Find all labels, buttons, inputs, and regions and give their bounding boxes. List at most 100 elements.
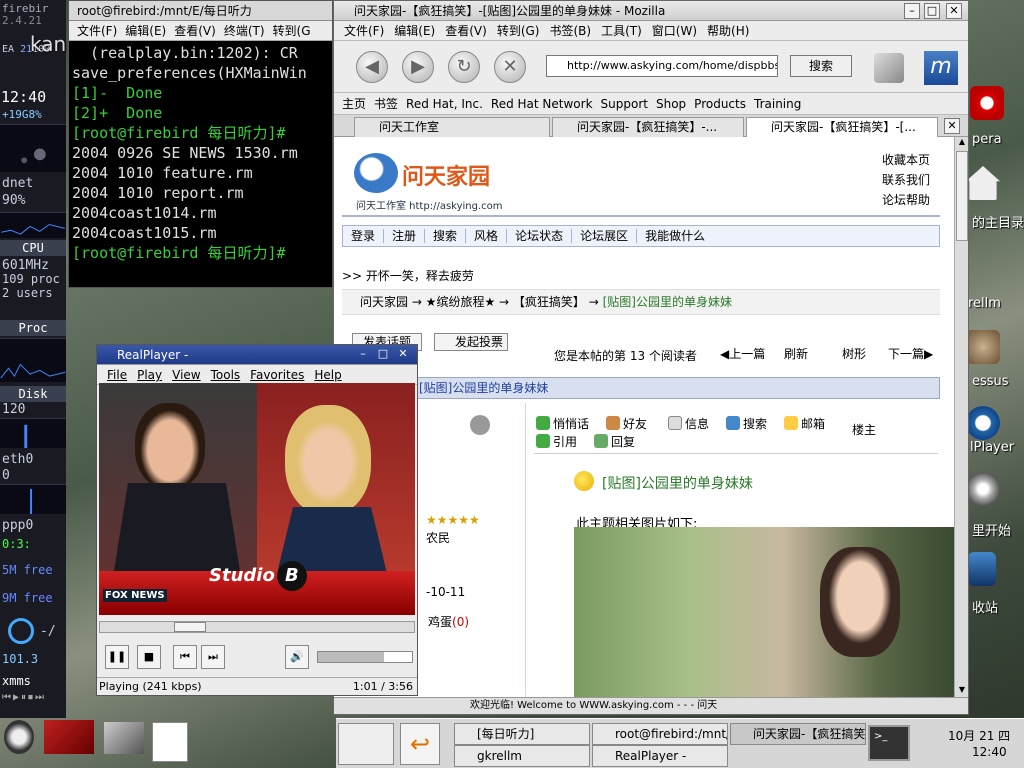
volume-slider[interactable] [317,651,413,663]
friend-button[interactable]: 好友 [606,415,647,432]
rp-close-icon[interactable]: ✕ [395,347,411,363]
bookmark-support[interactable]: Support [601,97,648,111]
reload-button[interactable]: ↻ [448,51,480,83]
prev-post-link[interactable]: ◀上一篇 [720,345,765,362]
rp-menu-play[interactable]: Play [137,368,162,382]
menu-edit[interactable]: 编辑(E) [394,24,435,38]
scroll-up-icon[interactable]: ▲ [956,137,968,149]
terminal-titlebar[interactable]: root@firebird:/mnt/E/每日听力 [69,1,332,21]
previous-button[interactable]: ⏮ [173,645,197,669]
page-content[interactable]: 问天家园 问天工作室 http://askying.com 收藏本页 联系我们 … [334,137,954,697]
link-contact[interactable]: 联系我们 [882,171,930,188]
rp-menu-favorites[interactable]: Favorites [250,368,304,382]
breadcrumb-current[interactable]: [贴图]公园里的单身妹妹 [603,295,732,309]
task-terminal[interactable]: root@firebird:/mnt/E/每 [592,723,728,745]
url-input[interactable]: http://www.askying.com/home/dispbbs. [546,55,778,77]
tab-2[interactable]: 问天家园-【疯狂搞笑】-... [552,117,744,137]
forward-button[interactable]: ▶ [402,51,434,83]
show-desktop-icon[interactable]: ↩ [400,723,440,765]
rp-menu-file[interactable]: File [107,368,127,382]
menu-window[interactable]: 窗口(W) [652,24,697,38]
rp-menu-tools[interactable]: Tools [211,368,241,382]
nessus-icon[interactable] [966,330,1000,364]
mail-button[interactable]: 邮箱 [784,415,825,432]
rp-maximize-icon[interactable]: □ [375,347,391,363]
scroll-down-icon[interactable]: ▼ [956,685,968,697]
task-folder[interactable]: [每日听力] [454,723,590,745]
reply-button[interactable]: 回复 [594,433,635,450]
clock-time[interactable]: 12:40 [972,745,1007,759]
next-button[interactable]: ⏭ [201,645,225,669]
scroll-thumb[interactable] [956,151,968,241]
stop-button[interactable]: ✕ [494,51,526,83]
egg-count[interactable]: 鸡蛋(0) [428,613,469,630]
nav-forum-gallery[interactable]: 论坛展区 [572,229,638,243]
search-user-button[interactable]: 搜索 [726,415,767,432]
opera-icon[interactable] [970,86,1004,120]
rp-menu-view[interactable]: View [172,368,200,382]
bookmark-home[interactable]: 主页 [342,97,366,111]
link-help[interactable]: 论坛帮助 [882,191,930,208]
menu-file[interactable]: 文件(F) [344,24,384,38]
bookmark-redhat[interactable]: Red Hat, Inc. [406,97,483,111]
nav-register[interactable]: 注册 [384,229,426,243]
vertical-scrollbar[interactable]: ▲ ▼ [954,137,968,697]
tab-3[interactable]: 问天家园-【疯狂搞笑】-[... [746,117,938,137]
bookmark-shop[interactable]: Shop [656,97,686,111]
desktop-icon-nessus[interactable]: essus [972,374,1009,389]
stop-button[interactable]: ■ [137,645,161,669]
task-gkrellm[interactable]: gkrellm [454,745,590,767]
app-launcher-icon[interactable] [44,720,94,754]
terminal-menu-view[interactable]: 查看(V) [174,24,216,38]
minimize-icon[interactable]: – [904,3,920,19]
desktop-icon-trash[interactable]: 收站 [972,597,998,616]
back-button[interactable]: ◀ [356,51,388,83]
next-post-link[interactable]: 下一篇▶ [888,345,933,362]
realplayer-titlebar[interactable]: RealPlayer - – □ ✕ [97,345,417,365]
menu-help[interactable]: 帮助(H) [707,24,749,38]
bookmark-bookmarks[interactable]: 书签 [374,97,398,111]
mozilla-titlebar[interactable]: 问天家园-【疯狂搞笑】-[贴图]公园里的单身妹妹 - Mozilla – □ ✕ [334,1,968,21]
nav-what-can-i-do[interactable]: 我能做什么 [637,229,713,243]
bookmark-training[interactable]: Training [754,97,801,111]
menu-view[interactable]: 查看(V) [445,24,487,38]
nav-style[interactable]: 风格 [466,229,508,243]
mozilla-logo-icon[interactable]: m [924,51,958,85]
desktop-icon-start[interactable]: 里开始 [972,520,1011,539]
seek-bar[interactable] [99,621,415,633]
seek-thumb[interactable] [174,622,206,632]
terminal-menu-terminal[interactable]: 终端(T) [224,24,265,38]
bookmark-rhn[interactable]: Red Hat Network [491,97,593,111]
info-button[interactable]: 信息 [668,415,709,432]
desktop-icon-realplayer[interactable]: lPlayer [970,440,1014,455]
close-icon[interactable]: ✕ [946,3,962,19]
task-mozilla[interactable]: 问天家园-【疯狂搞笑 [730,723,866,745]
maximize-icon[interactable]: □ [924,3,940,19]
search-button[interactable]: 搜索 [790,55,852,77]
close-tab-icon[interactable]: ✕ [944,118,960,134]
volume-icon[interactable]: 🔊 [285,645,309,669]
pause-button[interactable]: ❚❚ [105,645,129,669]
terminal-output[interactable]: (realplay.bin:1202): CR save_preferences(… [69,41,332,287]
post-image[interactable] [574,527,954,697]
terminal-menu-goto[interactable]: 转到(G [273,24,311,38]
terminal-launcher-icon[interactable]: >_ [868,725,910,761]
workspace-switcher[interactable] [338,723,394,765]
xmms-controls-icon[interactable]: ⏮▶⏸⏹⏭ [2,692,46,703]
desktop-icon-gkrellm[interactable]: rellm [968,296,1001,311]
new-poll-button[interactable]: 发起投票 [434,333,508,351]
nav-login[interactable]: 登录 [343,229,385,243]
tree-view-link[interactable]: 树形 [842,345,866,362]
quote-button[interactable]: 引用 [536,433,577,450]
refresh-link[interactable]: 刷新 [784,345,808,362]
document-launcher-icon[interactable] [152,722,188,762]
trash-icon[interactable] [968,552,996,586]
realplayer-icon[interactable] [966,406,1000,440]
realplayer-window[interactable]: RealPlayer - – □ ✕ File Play View Tools Favo… [96,344,418,696]
pm-button[interactable]: 悄悄话 [536,415,589,432]
gnome-foot-icon[interactable] [4,720,34,754]
tab-1[interactable]: 问天工作室 [354,117,550,137]
menu-tools[interactable]: 工具(T) [601,24,642,38]
bookmark-products[interactable]: Products [694,97,746,111]
clock-date[interactable]: 10月 21 四 [948,727,1010,744]
